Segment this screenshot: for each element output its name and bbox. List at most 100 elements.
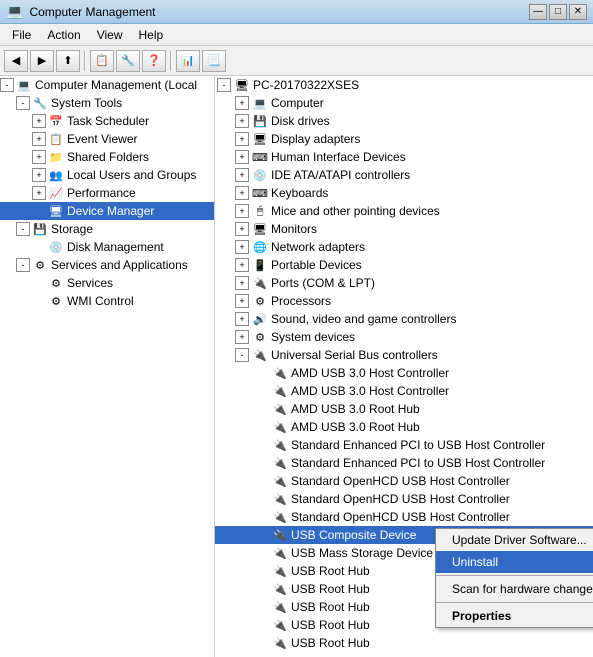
event-viewer-expander[interactable]: + — [32, 132, 46, 146]
right-item-disk-drives[interactable]: + 💾 Disk drives — [215, 112, 593, 130]
menu-action[interactable]: Action — [39, 26, 88, 44]
amd-hc-2-label: AMD USB 3.0 Host Controller — [291, 384, 449, 398]
sidebar-item-services-apps[interactable]: - ⚙ Services and Applications — [0, 256, 214, 274]
right-item-openhcd-2[interactable]: 🔌 Standard OpenHCD USB Host Controller — [215, 490, 593, 508]
right-item-human-interface[interactable]: + ⌨ Human Interface Devices — [215, 148, 593, 166]
right-item-enh-pci-1[interactable]: 🔌 Standard Enhanced PCI to USB Host Cont… — [215, 436, 593, 454]
right-item-portable[interactable]: + 📱 Portable Devices — [215, 256, 593, 274]
right-item-amd-hub-2[interactable]: 🔌 AMD USB 3.0 Root Hub — [215, 418, 593, 436]
sidebar-item-shared-folders[interactable]: + 📁 Shared Folders — [0, 148, 214, 166]
right-item-sound[interactable]: + 🔊 Sound, video and game controllers — [215, 310, 593, 328]
monitors-expander[interactable]: + — [235, 222, 249, 236]
human-interface-expander[interactable]: + — [235, 150, 249, 164]
sidebar-item-task-scheduler[interactable]: + 📅 Task Scheduler — [0, 112, 214, 130]
forward-button[interactable]: ▶ — [30, 50, 54, 72]
sound-icon: 🔊 — [252, 311, 268, 327]
disk-management-label: Disk Management — [67, 240, 164, 254]
usb-mass-label: USB Mass Storage Device — [291, 546, 433, 560]
toolbar-separator-2 — [170, 51, 172, 71]
sidebar-item-device-manager[interactable]: 🖥 Device Manager — [0, 202, 214, 220]
right-root-item[interactable]: - 🖥 PC-20170322XSES — [215, 76, 593, 94]
toolbar-separator-1 — [84, 51, 86, 71]
right-item-ports[interactable]: + 🔌 Ports (COM & LPT) — [215, 274, 593, 292]
title-bar: 💻 Computer Management — □ ✕ — [0, 0, 593, 24]
context-menu-update-driver[interactable]: Update Driver Software... — [436, 529, 593, 551]
properties-toolbar-button[interactable]: 🔧 — [116, 50, 140, 72]
context-menu: Update Driver Software... Uninstall Scan… — [435, 528, 593, 628]
display-expander[interactable]: + — [235, 132, 249, 146]
usb-controllers-expander[interactable]: - — [235, 348, 249, 362]
sidebar-item-disk-management[interactable]: 💿 Disk Management — [0, 238, 214, 256]
sidebar-item-wmi[interactable]: ⚙ WMI Control — [0, 292, 214, 310]
sidebar-item-event-viewer[interactable]: + 📋 Event Viewer — [0, 130, 214, 148]
right-item-computer[interactable]: + 💻 Computer — [215, 94, 593, 112]
maximize-button[interactable]: □ — [549, 4, 567, 20]
ports-expander[interactable]: + — [235, 276, 249, 290]
performance-expander[interactable]: + — [32, 186, 46, 200]
device-manager-label: Device Manager — [67, 204, 154, 218]
right-item-network[interactable]: + 🌐 Network adapters — [215, 238, 593, 256]
left-root-item[interactable]: - 💻 Computer Management (Local — [0, 76, 214, 94]
right-item-monitors[interactable]: + 🖥 Monitors — [215, 220, 593, 238]
help-toolbar-button[interactable]: ❓ — [142, 50, 166, 72]
processors-expander[interactable]: + — [235, 294, 249, 308]
sidebar-item-system-tools[interactable]: - 🔧 System Tools — [0, 94, 214, 112]
wmi-label: WMI Control — [67, 294, 134, 308]
right-item-usb-root-5[interactable]: 🔌 USB Root Hub — [215, 634, 593, 652]
ports-icon: 🔌 — [252, 275, 268, 291]
usb-root-5-icon: 🔌 — [272, 635, 288, 651]
sidebar-item-local-users[interactable]: + 👥 Local Users and Groups — [0, 166, 214, 184]
shared-folders-expander[interactable]: + — [32, 150, 46, 164]
right-item-amd-hc-2[interactable]: 🔌 AMD USB 3.0 Host Controller — [215, 382, 593, 400]
menu-file[interactable]: File — [4, 26, 39, 44]
up-button[interactable]: ⬆ — [56, 50, 80, 72]
task-scheduler-expander[interactable]: + — [32, 114, 46, 128]
right-item-system-devices[interactable]: + ⚙ System devices — [215, 328, 593, 346]
context-menu-scan-hardware[interactable]: Scan for hardware changes — [436, 578, 593, 600]
sound-expander[interactable]: + — [235, 312, 249, 326]
right-item-ide-atapi[interactable]: + 💿 IDE ATA/ATAPI controllers — [215, 166, 593, 184]
local-users-expander[interactable]: + — [32, 168, 46, 182]
usb-mass-icon: 🔌 — [272, 545, 288, 561]
system-tools-expander[interactable]: - — [16, 96, 30, 110]
root-expander[interactable]: - — [0, 78, 14, 92]
keyboards-expander[interactable]: + — [235, 186, 249, 200]
mice-expander[interactable]: + — [235, 204, 249, 218]
menu-view[interactable]: View — [89, 26, 131, 44]
context-menu-uninstall[interactable]: Uninstall — [436, 551, 593, 573]
minimize-button[interactable]: — — [529, 4, 547, 20]
right-item-usb-controllers[interactable]: - 🔌 Universal Serial Bus controllers — [215, 346, 593, 364]
pc-root-expander[interactable]: - — [217, 78, 231, 92]
ide-expander[interactable]: + — [235, 168, 249, 182]
right-item-keyboards[interactable]: + ⌨ Keyboards — [215, 184, 593, 202]
sidebar-item-services[interactable]: ⚙ Services — [0, 274, 214, 292]
show-hide-button[interactable]: 📋 — [90, 50, 114, 72]
close-button[interactable]: ✕ — [569, 4, 587, 20]
sidebar-item-performance[interactable]: + 📈 Performance — [0, 184, 214, 202]
view-btn-1[interactable]: 📊 — [176, 50, 200, 72]
back-button[interactable]: ◀ — [4, 50, 28, 72]
amd-hub-1-label: AMD USB 3.0 Root Hub — [291, 402, 420, 416]
right-item-mice[interactable]: + 🖱 Mice and other pointing devices — [215, 202, 593, 220]
right-item-openhcd-3[interactable]: 🔌 Standard OpenHCD USB Host Controller — [215, 508, 593, 526]
sidebar-item-storage[interactable]: - 💾 Storage — [0, 220, 214, 238]
disk-drives-expander[interactable]: + — [235, 114, 249, 128]
system-devices-expander[interactable]: + — [235, 330, 249, 344]
services-apps-expander[interactable]: - — [16, 258, 30, 272]
computer-expander[interactable]: + — [235, 96, 249, 110]
right-item-openhcd-1[interactable]: 🔌 Standard OpenHCD USB Host Controller — [215, 472, 593, 490]
right-item-enh-pci-2[interactable]: 🔌 Standard Enhanced PCI to USB Host Cont… — [215, 454, 593, 472]
right-item-amd-hc-1[interactable]: 🔌 AMD USB 3.0 Host Controller — [215, 364, 593, 382]
right-item-display-adapters[interactable]: + 🖥 Display adapters — [215, 130, 593, 148]
amd-hub-2-label: AMD USB 3.0 Root Hub — [291, 420, 420, 434]
right-item-amd-hub-1[interactable]: 🔌 AMD USB 3.0 Root Hub — [215, 400, 593, 418]
view-btn-2[interactable]: 📃 — [202, 50, 226, 72]
usb-root-2-icon: 🔌 — [272, 581, 288, 597]
menu-help[interactable]: Help — [131, 26, 172, 44]
right-item-processors[interactable]: + ⚙ Processors — [215, 292, 593, 310]
network-expander[interactable]: + — [235, 240, 249, 254]
human-interface-icon: ⌨ — [252, 149, 268, 165]
portable-expander[interactable]: + — [235, 258, 249, 272]
storage-expander[interactable]: - — [16, 222, 30, 236]
context-menu-properties[interactable]: Properties — [436, 605, 593, 627]
